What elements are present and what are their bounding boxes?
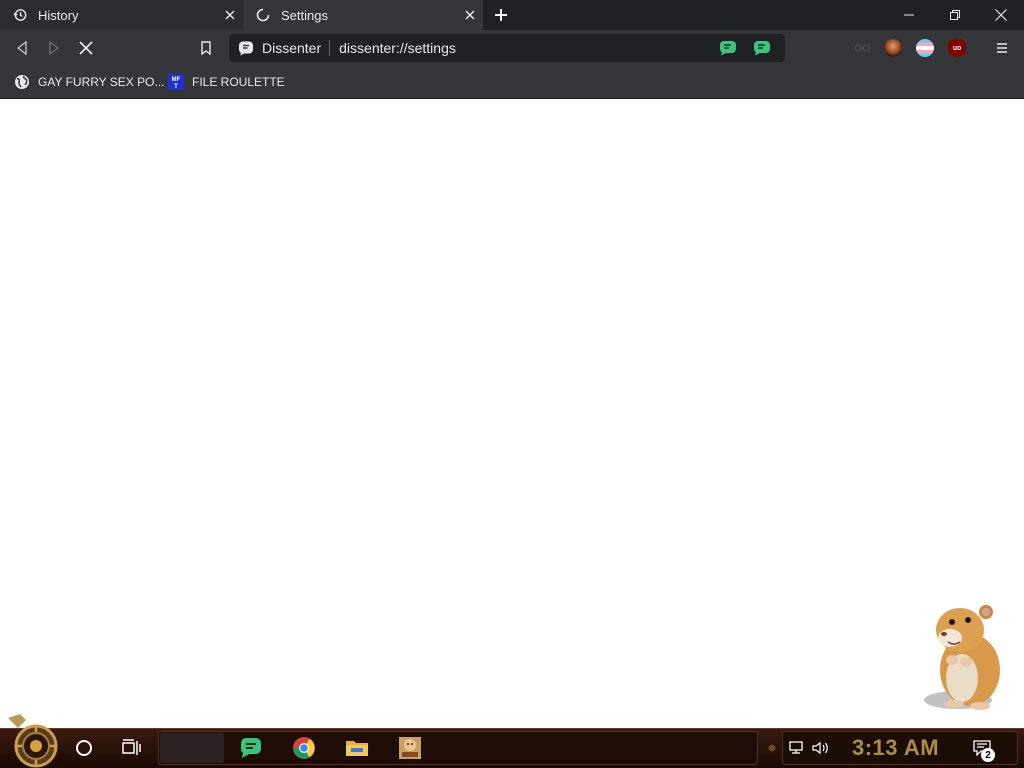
- new-tab-button[interactable]: [490, 5, 512, 25]
- taskbar-app-chrome[interactable]: [290, 734, 318, 762]
- start-button[interactable]: [6, 712, 64, 768]
- close-icon: [995, 9, 1007, 21]
- notification-count-badge: 2: [981, 748, 995, 762]
- stop-icon: [79, 41, 93, 55]
- restore-icon: [950, 10, 960, 20]
- speaker-icon: [812, 741, 828, 755]
- flag-extension-icon[interactable]: [916, 39, 934, 57]
- folder-icon: [346, 741, 368, 756]
- dissenter-discussion-button[interactable]: [751, 37, 773, 59]
- dissenter-site-icon: [239, 41, 253, 56]
- network-button[interactable]: [786, 734, 808, 762]
- close-icon[interactable]: [462, 7, 478, 23]
- bookmark-icon: [201, 41, 211, 55]
- volume-button[interactable]: [810, 734, 832, 762]
- tray-overflow-button[interactable]: [764, 734, 780, 762]
- svg-text:T: T: [174, 84, 178, 90]
- back-button[interactable]: [10, 36, 34, 60]
- tab-title: History: [38, 7, 79, 23]
- site-label: Dissenter: [262, 40, 331, 56]
- history-icon: [12, 7, 28, 23]
- taskbar-app-dissenter[interactable]: [237, 734, 265, 762]
- close-window-button[interactable]: [978, 0, 1024, 30]
- tab-history[interactable]: History: [0, 0, 243, 30]
- bookmark-item[interactable]: GAY FURRY SEX PO...: [14, 71, 165, 93]
- menu-icon: [997, 43, 1007, 53]
- chevron-up-icon: [768, 744, 776, 752]
- address-bar[interactable]: Dissenter dissenter://settings: [229, 34, 785, 62]
- forward-button[interactable]: [42, 36, 66, 60]
- svg-text:MF: MF: [172, 77, 181, 83]
- url-text[interactable]: dissenter://settings: [330, 40, 717, 56]
- page-content: [0, 99, 1024, 727]
- dissenter-comment-button[interactable]: [717, 37, 739, 59]
- network-icon: [789, 741, 803, 754]
- dissenter-app-icon: [241, 738, 261, 758]
- ublock-origin-icon[interactable]: uo: [948, 39, 966, 57]
- bookmark-label: FILE ROULETTE: [192, 75, 285, 89]
- glasses-icon: [854, 44, 870, 52]
- game-app-icon: [399, 737, 421, 759]
- taskbar-app-game[interactable]: [396, 734, 424, 762]
- browser-menu-button[interactable]: [990, 36, 1014, 60]
- taskbar-search-box[interactable]: [160, 733, 224, 763]
- dissenter-comment-icon: [754, 41, 770, 56]
- taskbar-clock[interactable]: 3:13 AM: [852, 735, 939, 761]
- minimize-icon: [904, 14, 914, 16]
- chrome-icon: [293, 737, 315, 759]
- restore-button[interactable]: [932, 0, 978, 30]
- close-icon[interactable]: [222, 7, 238, 23]
- task-view-icon: [122, 739, 141, 755]
- bookmark-item[interactable]: MF T FILE ROULETTE: [168, 71, 285, 93]
- forward-arrow-icon: [49, 41, 60, 55]
- bookmark-button[interactable]: [194, 36, 218, 60]
- bookmarks-bar: GAY FURRY SEX PO... MF T FILE ROULETTE: [0, 66, 1024, 99]
- dissenter-comment-icon: [720, 41, 736, 56]
- back-arrow-icon: [16, 41, 27, 55]
- avatar-extension-icon[interactable]: [884, 39, 902, 57]
- taskbar-app-file-explorer[interactable]: [343, 734, 371, 762]
- tab-title: Settings: [281, 7, 328, 23]
- bookmark-label: GAY FURRY SEX PO...: [38, 75, 165, 89]
- stop-loading-button[interactable]: [74, 36, 98, 60]
- tab-strip: History Settings: [0, 0, 1024, 30]
- loading-spinner-icon: [255, 7, 271, 23]
- extension-button-1[interactable]: [850, 36, 874, 60]
- cortana-circle-icon: [76, 740, 92, 756]
- mft-icon: MFT: [168, 74, 184, 90]
- cortana-button[interactable]: [70, 734, 98, 762]
- task-view-button[interactable]: [117, 734, 145, 762]
- toolbar: Dissenter dissenter://settings uo: [0, 30, 1024, 66]
- plus-icon: [495, 9, 507, 21]
- hamster-desktop-buddy[interactable]: [918, 600, 1010, 712]
- globe-icon: [15, 75, 29, 89]
- minimize-button[interactable]: [886, 0, 932, 30]
- tab-settings[interactable]: Settings: [243, 0, 483, 30]
